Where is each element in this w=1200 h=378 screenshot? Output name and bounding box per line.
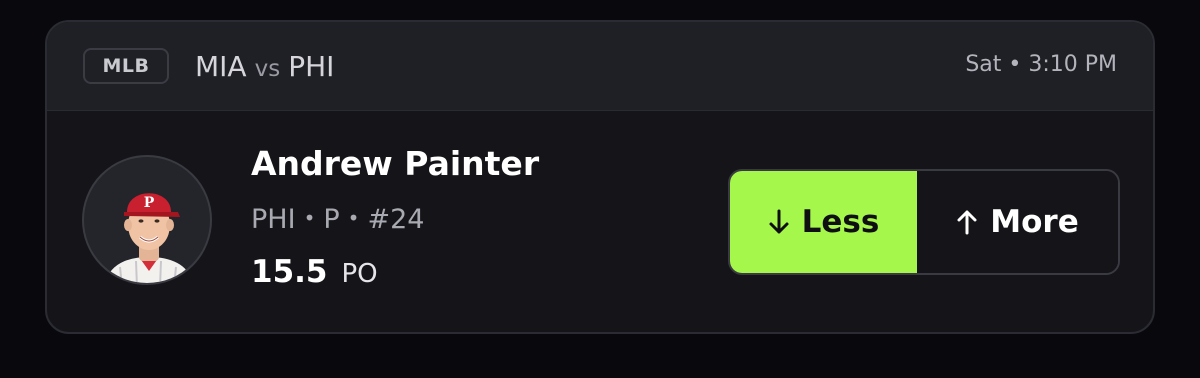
player-headshot-icon: P — [105, 193, 193, 283]
more-label: More — [990, 204, 1079, 240]
player-avatar: P — [82, 155, 212, 285]
card-header: MLB MIA vs PHI Sat • 3:10 PM — [47, 22, 1153, 111]
less-label: Less — [801, 204, 880, 240]
player-name: Andrew Painter — [251, 144, 540, 183]
svg-text:P: P — [144, 195, 155, 211]
vs-label: vs — [254, 56, 281, 82]
projection-stat: PO — [341, 259, 378, 289]
projection-line: 15.5 PO — [251, 254, 378, 290]
game-time: Sat • 3:10 PM — [965, 52, 1117, 77]
player-meta: PHI • P • #24 — [251, 204, 424, 235]
away-team: MIA — [195, 50, 247, 83]
league-badge: MLB — [83, 48, 169, 84]
player-number: #24 — [367, 204, 425, 235]
projection-card: MLB MIA vs PHI Sat • 3:10 PM P Andrew Pa… — [45, 20, 1155, 334]
projection-value: 15.5 — [251, 254, 328, 290]
meta-separator: • — [347, 206, 360, 230]
player-team: PHI — [251, 204, 296, 235]
less-button[interactable]: Less — [730, 171, 917, 273]
meta-separator: • — [303, 206, 316, 230]
pick-toggle: Less More — [728, 169, 1120, 275]
arrow-down-icon — [769, 209, 789, 234]
home-team: PHI — [288, 50, 335, 83]
arrow-up-icon — [957, 210, 977, 235]
more-button[interactable]: More — [917, 171, 1118, 273]
player-position: P — [323, 204, 340, 235]
matchup: MIA vs PHI — [195, 50, 334, 86]
